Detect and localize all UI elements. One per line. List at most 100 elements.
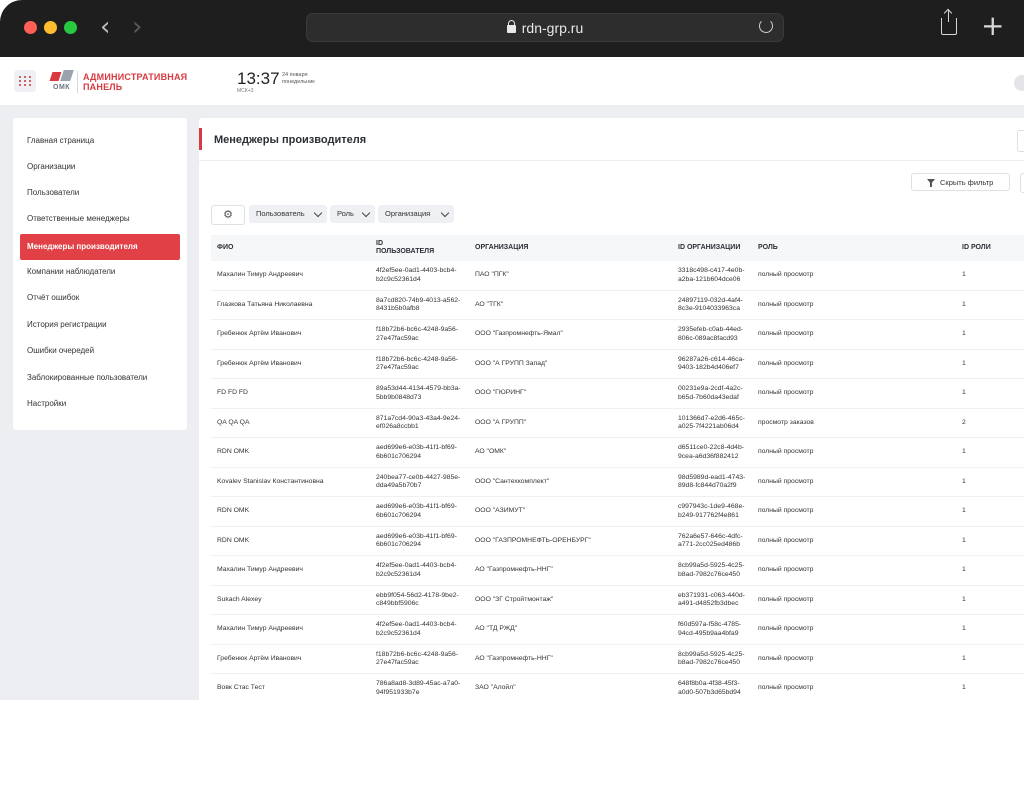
cell-role-text: полный просмотр	[758, 477, 814, 485]
cell-organization: ООО "Сантехкомплект"	[475, 468, 675, 497]
sidebar-item-responsible-managers[interactable]: Ответственные менеджеры	[13, 206, 187, 232]
cell-fio: Махалин Тимур Андреевич	[217, 556, 367, 585]
column-header-organization-id[interactable]: ID ОРГАНИЗАЦИИ	[678, 235, 740, 261]
cell-fio: Kovalev Stanislav Константиновна	[217, 468, 367, 497]
cell-user-id-text: 89a53d44-4134-4579-bb3a-	[376, 385, 461, 392]
cell-role: полный просмотр	[758, 497, 858, 526]
column-header-user-id-line1: ID	[376, 239, 383, 247]
sidebar-item-home[interactable]: Главная страница	[13, 128, 187, 154]
cell-fio-text: Глазкова Татьяна Николаевна	[217, 300, 313, 308]
grid-dot-icon	[19, 76, 21, 78]
table-row[interactable]: Гребенюк Артём Иванович f18b72b6-bc6c-424…	[211, 645, 1024, 674]
close-window-button[interactable]	[24, 21, 37, 34]
sidebar-item-error-report[interactable]: Отчёт ошибок	[13, 285, 187, 311]
table-row[interactable]: Гребенюк Артём Иванович f18b72b6-bc6c-424…	[211, 350, 1024, 379]
table-row[interactable]: RDN OMK aed699e6-e03b-41f1-bf69- 6b601c706…	[211, 438, 1024, 468]
cell-fio-text: Махалин Тимур Андреевич	[217, 566, 303, 574]
cell-organization: ЗАО "Алойл"	[475, 674, 675, 700]
table-row[interactable]: Махалин Тимур Андреевич 4f2ef5ee-0ad1-440…	[211, 615, 1024, 645]
column-header-organization[interactable]: ОРГАНИЗАЦИЯ	[475, 235, 528, 261]
cell-user-id-text: 27e47fac59ac	[376, 364, 419, 371]
cell-fio: Гребенюк Артём Иванович	[217, 350, 367, 379]
cell-role-id-text: 2	[962, 418, 966, 426]
cell-role: полный просмотр	[758, 350, 858, 379]
cell-role-text: полный просмотр	[758, 625, 814, 633]
table-row[interactable]: Гребенюк Артём Иванович f18b72b6-bc6c-424…	[211, 320, 1024, 350]
table-row[interactable]: Махалин Тимур Андреевич 4f2ef5ee-0ad1-440…	[211, 261, 1024, 291]
cell-organization: АО "ОМК"	[475, 438, 675, 467]
logo-mark-icon	[49, 70, 74, 82]
cell-user-id-text: 6b601c706294	[376, 452, 421, 460]
forward-arrow-icon[interactable]: ›	[132, 14, 142, 40]
app-header: ОМК АДМИНИСТРАТИВНАЯ ПАНЕЛЬ 13:37 МСК+3 …	[0, 57, 1024, 105]
cell-role: полный просмотр	[758, 615, 858, 644]
cell-fio: Вовк Стас Тест	[217, 674, 367, 700]
table-row[interactable]: Kovalev Stanislav Константиновна 240bea77…	[211, 468, 1024, 497]
reload-icon[interactable]	[759, 19, 773, 33]
new-tab-icon[interactable]: +	[981, 12, 1004, 40]
cell-role: полный просмотр	[758, 261, 858, 290]
address-url: rdn-grp.ru	[307, 20, 783, 36]
column-header-fio[interactable]: ФИО	[217, 235, 233, 261]
sidebar-item-manufacturer-managers[interactable]: Менеджеры производителя	[20, 234, 180, 260]
cell-organization-id-text: 8cb99a5d-5925-4c25-	[678, 562, 745, 569]
cell-role: полный просмотр	[758, 556, 858, 585]
sidebar-item-users[interactable]: Пользователи	[13, 180, 187, 206]
sidebar-item-registration-history[interactable]: История регистрации	[13, 312, 187, 338]
column-header-role-id[interactable]: ID РОЛИ	[962, 235, 991, 261]
hide-filter-button[interactable]: Скрыть фильтр	[911, 173, 1010, 191]
back-arrow-icon[interactable]: ‹	[100, 14, 110, 40]
cell-fio: RDN OMK	[217, 527, 367, 556]
filter-role-dropdown[interactable]: Роль	[330, 205, 375, 223]
cell-role-id-text: 1	[962, 536, 966, 544]
filter-extra-button[interactable]	[1020, 173, 1024, 193]
cell-role-id-text: 1	[962, 654, 966, 662]
cell-organization-id: 2935efeb-c0ab-44ed- 806c-089ac8facd93	[678, 320, 758, 349]
cell-organization-id-text: a025-7f4221ab06d4	[678, 423, 739, 430]
share-icon[interactable]	[941, 10, 957, 35]
cell-organization: ООО "А ГРУПП"	[475, 409, 675, 438]
cell-organization-id-text: b8ad-7982c76ce450	[678, 570, 740, 578]
top-action-button[interactable]	[1017, 130, 1024, 152]
table-row[interactable]: FD FD FD 89a53d44-4134-4579-bb3a- 5bb9b084…	[211, 379, 1024, 409]
sidebar-item-organizations[interactable]: Организации	[13, 154, 187, 180]
cell-user-id: ebb9f054-56d2-4178-9be2- c849bbf5906c	[376, 586, 472, 615]
table-row[interactable]: Глазкова Татьяна Николаевна 8a7cd820-74b9…	[211, 291, 1024, 320]
sidebar-item-settings[interactable]: Настройки	[13, 391, 187, 417]
cell-role: полный просмотр	[758, 586, 858, 615]
sidebar-item-blocked-users[interactable]: Заблокированные пользователи	[13, 365, 187, 391]
title-divider	[199, 160, 1024, 161]
column-header-role[interactable]: РОЛЬ	[758, 235, 778, 261]
cell-role-text: полный просмотр	[758, 330, 814, 338]
app-title[interactable]: АДМИНИСТРАТИВНАЯ ПАНЕЛЬ	[83, 72, 187, 92]
cell-fio-text: RDN OMK	[217, 507, 250, 515]
table-settings-button[interactable]: ⚙	[211, 205, 245, 225]
table-row[interactable]: Sukach Alexey ebb9f054-56d2-4178-9be2- c84…	[211, 586, 1024, 615]
column-header-user-id[interactable]: ID ПОЛЬЗОВАТЕЛЯ	[376, 235, 434, 261]
address-bar[interactable]: rdn-grp.ru	[306, 13, 784, 42]
cell-role-text: просмотр заказов	[758, 418, 814, 426]
apps-menu-button[interactable]	[14, 70, 36, 92]
browser-toolbar: ‹ › rdn-grp.ru +	[0, 0, 1024, 57]
table-row[interactable]: RDN OMK aed699e6-e03b-41f1-bf69- 6b601c706…	[211, 497, 1024, 527]
cell-role-id-text: 1	[962, 595, 966, 603]
sidebar-item-observer-companies[interactable]: Компании наблюдатели	[13, 259, 187, 285]
table-row[interactable]: Вовк Стас Тест 786a8ad8-3d89-45ac-a7a0- 94…	[211, 674, 1024, 700]
table-row[interactable]: Махалин Тимур Андреевич 4f2ef5ee-0ad1-440…	[211, 556, 1024, 586]
sidebar-item-queue-errors[interactable]: Ошибки очередей	[13, 338, 187, 364]
grid-dot-icon	[19, 80, 21, 82]
user-avatar[interactable]	[1014, 75, 1024, 91]
minimize-window-button[interactable]	[44, 21, 57, 34]
filter-user-dropdown[interactable]: Пользователь	[249, 205, 327, 223]
maximize-window-button[interactable]	[64, 21, 77, 34]
date-weekday: понедельник	[282, 78, 315, 85]
filter-organization-dropdown[interactable]: Организация	[378, 205, 454, 223]
page-title: Менеджеры производителя	[214, 134, 367, 146]
table-row[interactable]: QA QA QA 871a7cd4-90a3-43a4-9e24- ef026a8c…	[211, 409, 1024, 438]
table-row[interactable]: RDN OMK aed699e6-e03b-41f1-bf69- 6b601c706…	[211, 527, 1024, 556]
cell-organization-text: ПАО "ПГК"	[475, 271, 509, 279]
cell-organization-id: 00231e9a-2cdf-4a2c-b65d-7b60da43edaf	[678, 379, 758, 408]
cell-organization-text: ООО "ЗГ Стройтмонтаж"	[475, 595, 554, 603]
cell-role-id: 1	[962, 645, 1002, 674]
cell-role: полный просмотр	[758, 468, 858, 497]
